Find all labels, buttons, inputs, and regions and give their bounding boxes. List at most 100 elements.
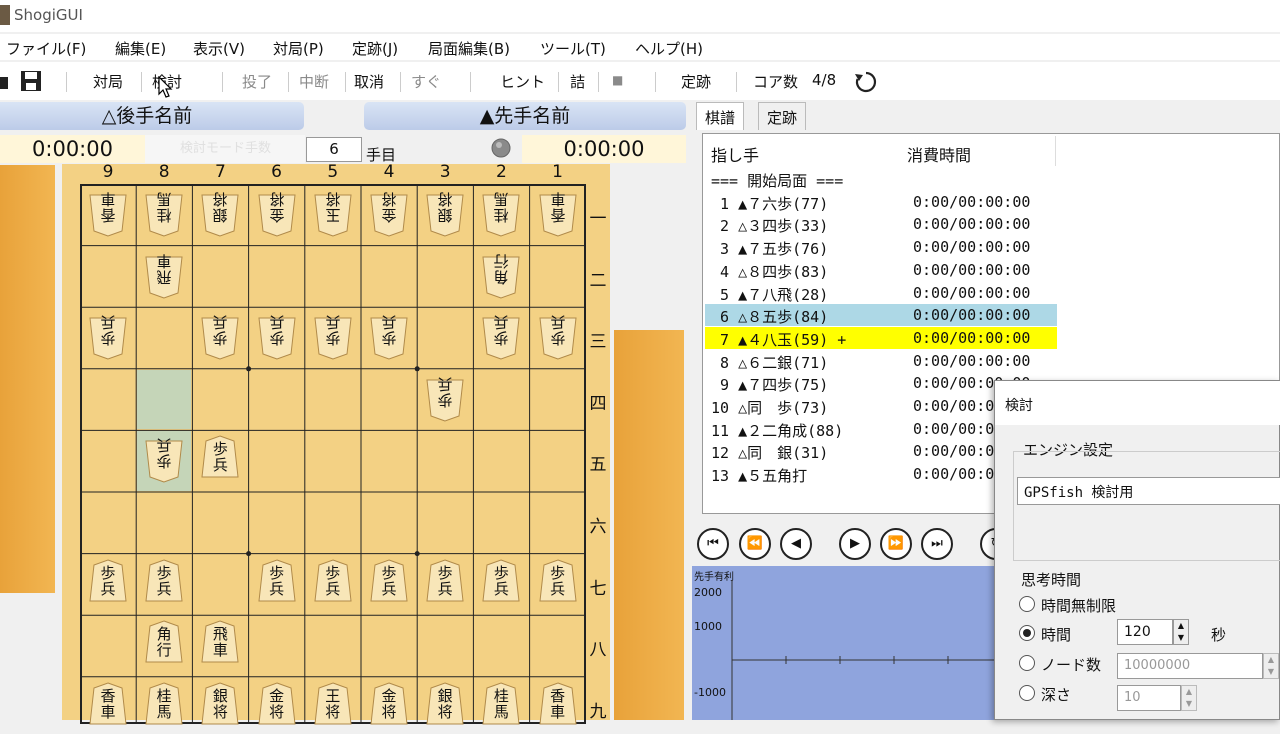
gote-piece-stand[interactable] [0, 165, 55, 593]
hint-button[interactable]: ヒント [500, 71, 545, 92]
sente-piece[interactable]: 歩 兵 [144, 559, 184, 607]
kifu-row[interactable]: 6 △８五歩(84) 0:00/00:00:00 [705, 304, 1057, 327]
menu-position-edit[interactable]: 局面編集(B) [428, 38, 510, 59]
kifu-move: 1 ▲７六歩(77) [711, 194, 829, 213]
gote-piece[interactable]: 桂 馬 [144, 189, 184, 237]
gote-piece[interactable]: 歩 兵 [481, 312, 521, 360]
row-label: 二 [589, 270, 607, 291]
row-label: 八 [589, 640, 607, 661]
gote-piece[interactable]: 歩 兵 [538, 312, 578, 360]
radio-unlimited[interactable] [1019, 596, 1035, 612]
last-move-highlight [137, 369, 192, 430]
kifu-row[interactable]: === 開始局面 === [705, 168, 1057, 190]
open-folder-icon[interactable] [0, 71, 10, 91]
next10-button[interactable]: ⏩ [880, 528, 912, 560]
gote-piece[interactable]: 歩 兵 [369, 312, 409, 360]
menu-game[interactable]: 対局(P) [273, 38, 324, 59]
tsume-button[interactable]: 詰 [570, 71, 585, 92]
sente-piece[interactable]: 桂 馬 [481, 682, 521, 730]
gote-piece[interactable]: 銀 将 [425, 189, 465, 237]
sente-piece[interactable]: 歩 兵 [313, 559, 353, 607]
sente-piece[interactable]: 香 車 [88, 682, 128, 730]
gote-piece[interactable]: 金 将 [369, 189, 409, 237]
sente-piece[interactable]: 歩 兵 [481, 559, 521, 607]
gote-piece[interactable]: 角 行 [481, 251, 521, 299]
refresh-icon[interactable] [854, 70, 878, 94]
radio-time[interactable] [1019, 625, 1035, 641]
sente-piece[interactable]: 歩 兵 [538, 559, 578, 607]
menu-help[interactable]: ヘルプ(H) [635, 38, 703, 59]
kifu-row[interactable]: 8 △６二銀(71) 0:00/00:00:00 [705, 350, 1057, 372]
joseki-button[interactable]: 定跡 [681, 71, 711, 92]
first-move-button[interactable]: ⏮ [697, 528, 729, 560]
sente-piece[interactable]: 王 将 [313, 682, 353, 730]
kifu-row[interactable]: 4 △８四歩(83) 0:00/00:00:00 [705, 259, 1057, 281]
depth-input[interactable]: 10 [1117, 685, 1181, 711]
kifu-row[interactable]: 5 ▲７八飛(28) 0:00/00:00:00 [705, 282, 1057, 304]
stop-button[interactable]: ■ [612, 73, 623, 87]
tab-joseki[interactable]: 定跡 [758, 102, 807, 130]
sente-piece[interactable]: 角 行 [144, 620, 184, 668]
gote-piece[interactable]: 銀 将 [200, 189, 240, 237]
sente-piece[interactable]: 桂 馬 [144, 682, 184, 730]
sente-piece[interactable]: 銀 将 [425, 682, 465, 730]
chudan-button[interactable]: 中断 [299, 71, 329, 92]
evaluation-graph[interactable]: 先手有利 2000 1000 -1000 [692, 566, 1002, 720]
mouse-cursor-icon [158, 76, 173, 98]
radio-depth[interactable] [1019, 685, 1035, 701]
menu-view[interactable]: 表示(V) [193, 38, 245, 59]
menu-tools[interactable]: ツール(T) [540, 38, 606, 59]
sente-piece[interactable]: 歩 兵 [200, 435, 240, 483]
gote-piece[interactable]: 金 将 [257, 189, 297, 237]
time-input[interactable]: 120 [1117, 619, 1173, 645]
sente-piece[interactable]: 歩 兵 [369, 559, 409, 607]
sente-piece[interactable]: 歩 兵 [425, 559, 465, 607]
last-move-button[interactable]: ⏭ [921, 528, 953, 560]
save-icon[interactable] [20, 70, 42, 92]
gote-piece[interactable]: 香 車 [538, 189, 578, 237]
taikyoku-button[interactable]: 対局 [93, 71, 123, 92]
sente-piece[interactable]: 香 車 [538, 682, 578, 730]
move-number-input[interactable]: 6 [306, 137, 362, 162]
depth-spinner[interactable]: ▲ ▼ [1181, 685, 1197, 711]
gote-piece[interactable]: 歩 兵 [313, 312, 353, 360]
menu-edit[interactable]: 編集(E) [115, 38, 166, 59]
kifu-row[interactable]: 7 ▲４八玉(59) + 0:00/00:00:00 [705, 326, 1057, 349]
engine-select[interactable]: GPSfish 検討用 [1017, 477, 1280, 505]
gote-piece[interactable]: 歩 兵 [200, 312, 240, 360]
prev10-button[interactable]: ⏪ [739, 528, 771, 560]
sente-piece[interactable]: 飛 車 [200, 620, 240, 668]
kifu-row[interactable]: 2 △３四歩(33) 0:00/00:00:00 [705, 213, 1057, 235]
sente-piece-stand[interactable] [614, 330, 684, 720]
menu-file[interactable]: ファイル(F) [6, 38, 86, 59]
gote-piece[interactable]: 歩 兵 [257, 312, 297, 360]
kifu-move: 5 ▲７八飛(28) [711, 285, 829, 304]
torikeshi-button[interactable]: 取消 [354, 71, 384, 92]
tab-kifu[interactable]: 棋譜 [696, 102, 745, 130]
sente-piece[interactable]: 銀 将 [200, 682, 240, 730]
prev-move-button[interactable]: ◀ [780, 528, 812, 560]
sente-piece[interactable]: 金 将 [369, 682, 409, 730]
gote-piece[interactable]: 歩 兵 [144, 435, 184, 483]
sente-piece[interactable]: 歩 兵 [257, 559, 297, 607]
gote-piece[interactable]: 桂 馬 [481, 189, 521, 237]
next-move-button[interactable]: ▶ [839, 528, 871, 560]
core-count-label: コア数 [753, 73, 799, 91]
kifu-row[interactable]: 3 ▲７五歩(76) 0:00/00:00:00 [705, 236, 1057, 258]
gote-piece[interactable]: 歩 兵 [88, 312, 128, 360]
time-spinner[interactable]: ▲ ▼ [1173, 619, 1189, 645]
gote-piece[interactable]: 香 車 [88, 189, 128, 237]
nodes-spinner[interactable]: ▲ ▼ [1263, 653, 1279, 679]
menu-joseki[interactable]: 定跡(J) [352, 38, 398, 59]
gote-piece[interactable]: 飛 車 [144, 251, 184, 299]
toryo-button[interactable]: 投了 [242, 71, 272, 92]
gote-piece[interactable]: 歩 兵 [425, 374, 465, 422]
sente-piece[interactable]: 歩 兵 [88, 559, 128, 607]
gote-piece[interactable]: 玉 将 [313, 189, 353, 237]
sugu-button[interactable]: すぐ [411, 71, 441, 92]
kifu-row[interactable]: 1 ▲７六歩(77) 0:00/00:00:00 [705, 191, 1057, 213]
menu-bar: ファイル(F) 編集(E) 表示(V) 対局(P) 定跡(J) 局面編集(B) … [0, 34, 1280, 60]
nodes-input[interactable]: 10000000 [1117, 653, 1263, 679]
radio-nodes[interactable] [1019, 655, 1035, 671]
sente-piece[interactable]: 金 将 [257, 682, 297, 730]
